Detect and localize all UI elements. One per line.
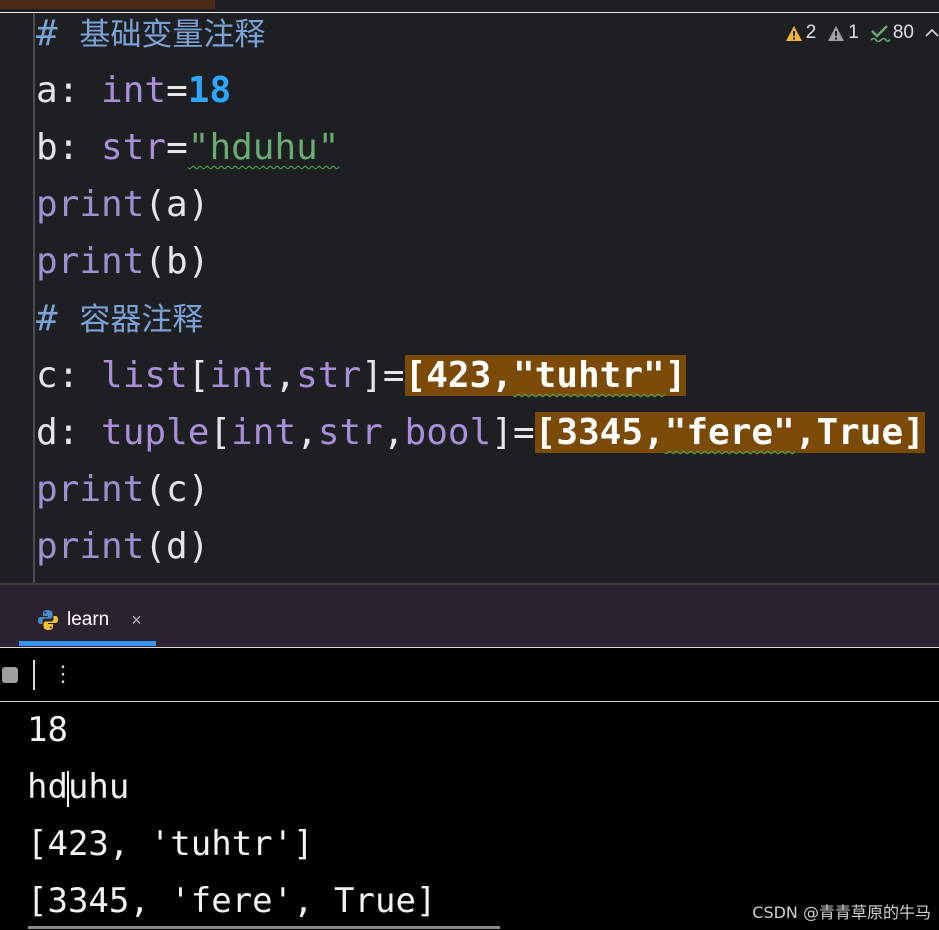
close-icon[interactable]: ×	[131, 610, 142, 631]
number-literal: 423	[426, 355, 492, 396]
function-name: print	[36, 469, 145, 510]
call-args: (b)	[144, 241, 210, 282]
call-args: (a)	[144, 184, 210, 225]
comment-hash: #	[36, 298, 58, 339]
tab-label: learn	[67, 609, 110, 630]
run-tool-window-tabs: learn ×	[0, 583, 939, 649]
comma: ,	[794, 412, 817, 453]
weak-warning-icon	[828, 25, 845, 41]
type-arg: int	[209, 355, 275, 396]
toolbar-separator	[33, 660, 35, 690]
number-literal: 18	[187, 70, 232, 111]
type-arg: str	[296, 355, 362, 396]
typo-check-icon	[870, 25, 890, 42]
bool-literal: True	[816, 412, 904, 453]
string-literal: "tuhtr"	[512, 355, 665, 396]
console-toolbar: ⋮	[0, 647, 939, 702]
string-literal: "hduhu"	[187, 127, 340, 168]
assign-op: =	[382, 355, 405, 396]
type-arg: str	[317, 412, 383, 453]
output-text-before-caret: hd	[27, 767, 68, 807]
code-line-6[interactable]: # 容器注释	[36, 290, 203, 347]
python-icon	[38, 610, 58, 630]
var-name: a:	[36, 70, 80, 111]
bracket: ]	[664, 355, 687, 396]
output-line-4: [3345, 'fere', True]	[27, 881, 437, 921]
comma: ,	[491, 355, 513, 396]
type-hint: list	[101, 355, 188, 396]
typos-count: 80	[892, 22, 914, 43]
var-name: c:	[36, 355, 80, 396]
typos-indicator[interactable]: 80	[870, 22, 914, 44]
assign-op: =	[512, 412, 535, 453]
comment-hash: #	[36, 13, 58, 54]
warning-icon	[785, 25, 802, 41]
number-literal: 3345	[556, 412, 644, 453]
code-line-1[interactable]: # 基础变量注释	[36, 5, 265, 62]
code-line-5[interactable]: print(b)	[36, 233, 209, 290]
bracket: [	[404, 355, 427, 396]
output-text-after-caret: uhu	[67, 767, 130, 807]
string-literal: "fere"	[664, 412, 795, 453]
var-name: d:	[36, 412, 80, 453]
code-line-3[interactable]: b: str="hduhu"	[36, 119, 339, 176]
stop-icon[interactable]	[2, 667, 18, 683]
output-line-1: 18	[27, 710, 68, 750]
bracket: ]	[903, 412, 925, 453]
assign-op: =	[166, 127, 188, 168]
comment-text: 容器注释	[79, 302, 204, 338]
code-line-8[interactable]: d: tuple[int,str,bool]=[3345,"fere",True…	[36, 404, 925, 461]
warnings-count: 2	[805, 22, 817, 43]
tab-learn[interactable]: learn ×	[19, 593, 156, 647]
inspection-widget[interactable]: 2 1 80	[785, 20, 939, 46]
comma: ,	[382, 412, 405, 453]
bracket: [	[209, 412, 232, 453]
function-name: print	[36, 526, 145, 567]
code-line-7[interactable]: c: list[int,str]=[423,"tuhtr"]	[36, 347, 687, 404]
type-hint: int	[101, 70, 167, 111]
call-args: (d)	[144, 526, 210, 567]
type-hint: tuple	[101, 412, 210, 453]
comma: ,	[296, 412, 318, 453]
bracket: ]	[491, 412, 513, 453]
active-tab-indicator	[19, 641, 156, 646]
code-line-4[interactable]: print(a)	[36, 176, 209, 233]
code-line-2[interactable]: a: int=18	[36, 62, 231, 119]
function-name: print	[36, 241, 145, 282]
highlighted-value: [3345,"fere",True]	[534, 412, 925, 453]
function-name: print	[36, 184, 145, 225]
call-args: (c)	[144, 469, 210, 510]
watermark: CSDN @青青草原的牛马	[752, 903, 931, 922]
bracket: [	[534, 412, 557, 453]
weak-warnings-count: 1	[848, 22, 859, 43]
warnings-indicator[interactable]: 2	[785, 22, 817, 44]
bracket: [	[187, 355, 210, 396]
comma: ,	[643, 412, 665, 453]
output-line-3: [423, 'tuhtr']	[27, 824, 314, 864]
editor-gutter	[0, 13, 35, 583]
more-options-icon[interactable]: ⋮	[52, 660, 74, 690]
code-line-9[interactable]: print(c)	[36, 461, 209, 518]
comma: ,	[274, 355, 297, 396]
code-line-10[interactable]: print(d)	[36, 518, 209, 575]
output-line-2: hduhu	[27, 759, 129, 816]
type-arg: bool	[404, 412, 492, 453]
highlighted-value: [423,"tuhtr"]	[404, 355, 687, 396]
comment-text: 基础变量注释	[79, 17, 266, 53]
weak-warnings-indicator[interactable]: 1	[827, 22, 859, 44]
chevron-up-icon[interactable]	[925, 28, 939, 38]
type-hint: str	[101, 127, 167, 168]
var-name: b:	[36, 127, 80, 168]
bracket: ]	[361, 355, 383, 396]
assign-op: =	[166, 70, 188, 111]
code-editor[interactable]: 2 1 80 # 基础变量注释 a: int=18 b: str="hduhu"…	[0, 0, 939, 583]
type-arg: int	[231, 412, 297, 453]
